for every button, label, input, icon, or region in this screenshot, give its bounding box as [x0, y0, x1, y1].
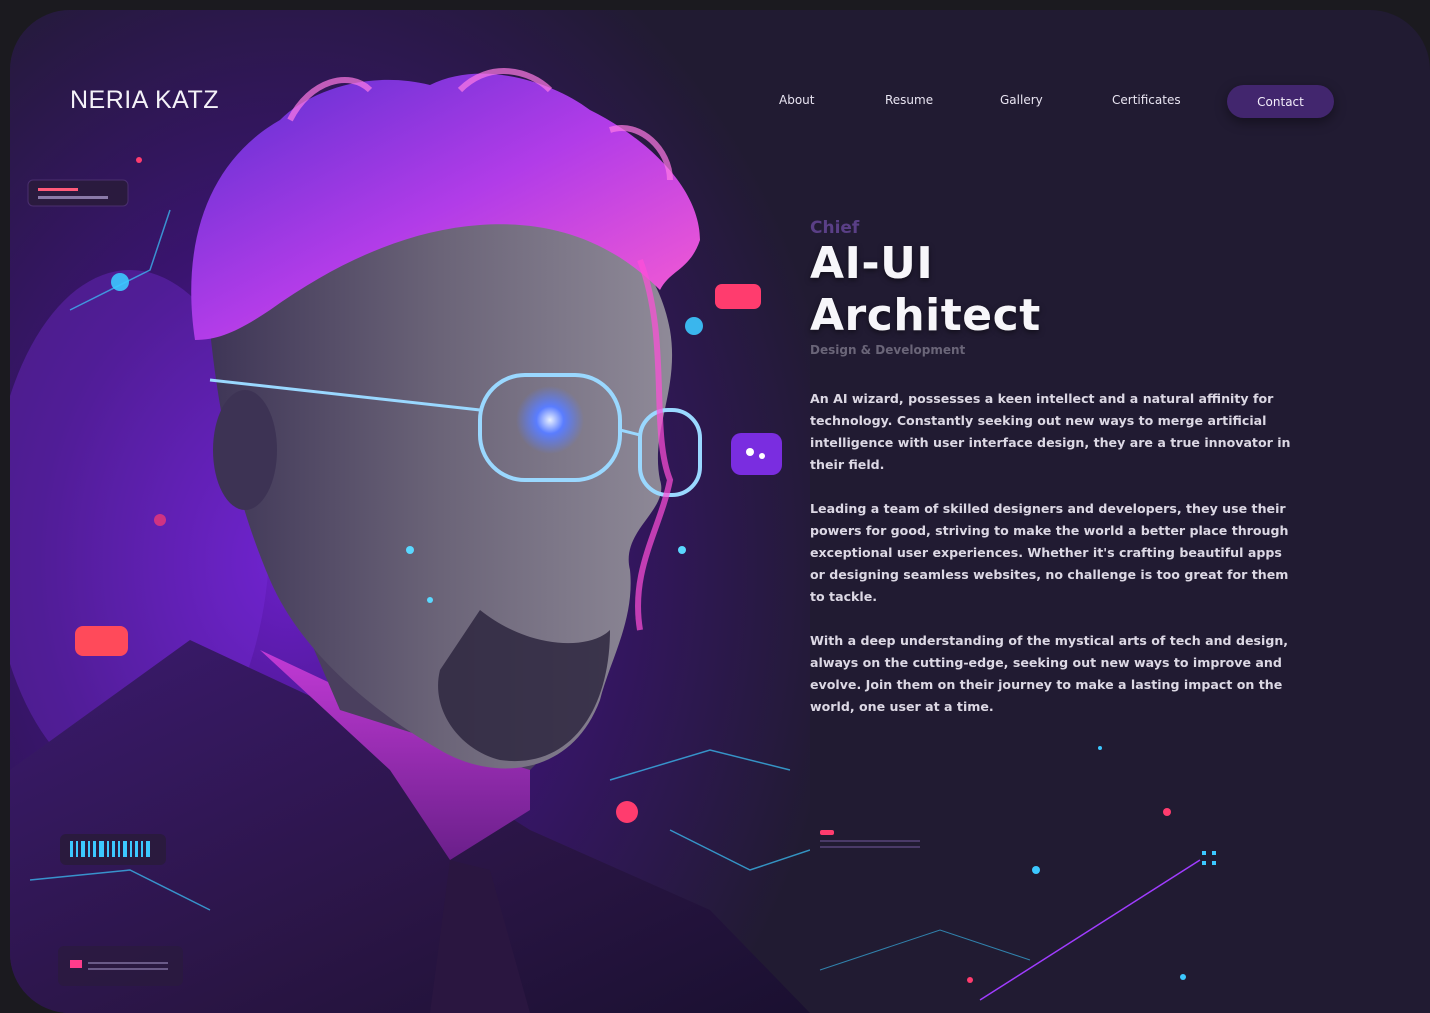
bio-paragraph-1: An AI wizard, possesses a keen intellect…: [810, 391, 1291, 472]
bio-paragraph-2: Leading a team of skilled designers and …: [810, 501, 1289, 604]
bio-paragraph-3: With a deep understanding of the mystica…: [810, 633, 1289, 714]
nav-about[interactable]: About: [779, 93, 814, 107]
page-card: NERIA KATZ About Resume Gallery Certific…: [10, 10, 1430, 1013]
portrait-illustration: [10, 10, 810, 1013]
contact-button[interactable]: Contact: [1227, 85, 1334, 118]
particle-decoration: [819, 746, 1216, 1001]
chip-icon: [27, 179, 129, 207]
nav-certificates[interactable]: Certificates: [1112, 93, 1181, 107]
hero-eyebrow: Chief: [810, 218, 860, 238]
nav-resume[interactable]: Resume: [885, 93, 933, 107]
hero-title-line2: Architect: [810, 290, 1041, 341]
hero-title: AI-UI Architect: [810, 238, 1041, 342]
hero-subtitle: Design & Development: [810, 343, 966, 357]
nav-gallery[interactable]: Gallery: [1000, 93, 1043, 107]
hero-title-line1: AI-UI: [810, 238, 934, 289]
main-nav: About Resume Gallery Certificates Contac…: [10, 85, 1430, 119]
